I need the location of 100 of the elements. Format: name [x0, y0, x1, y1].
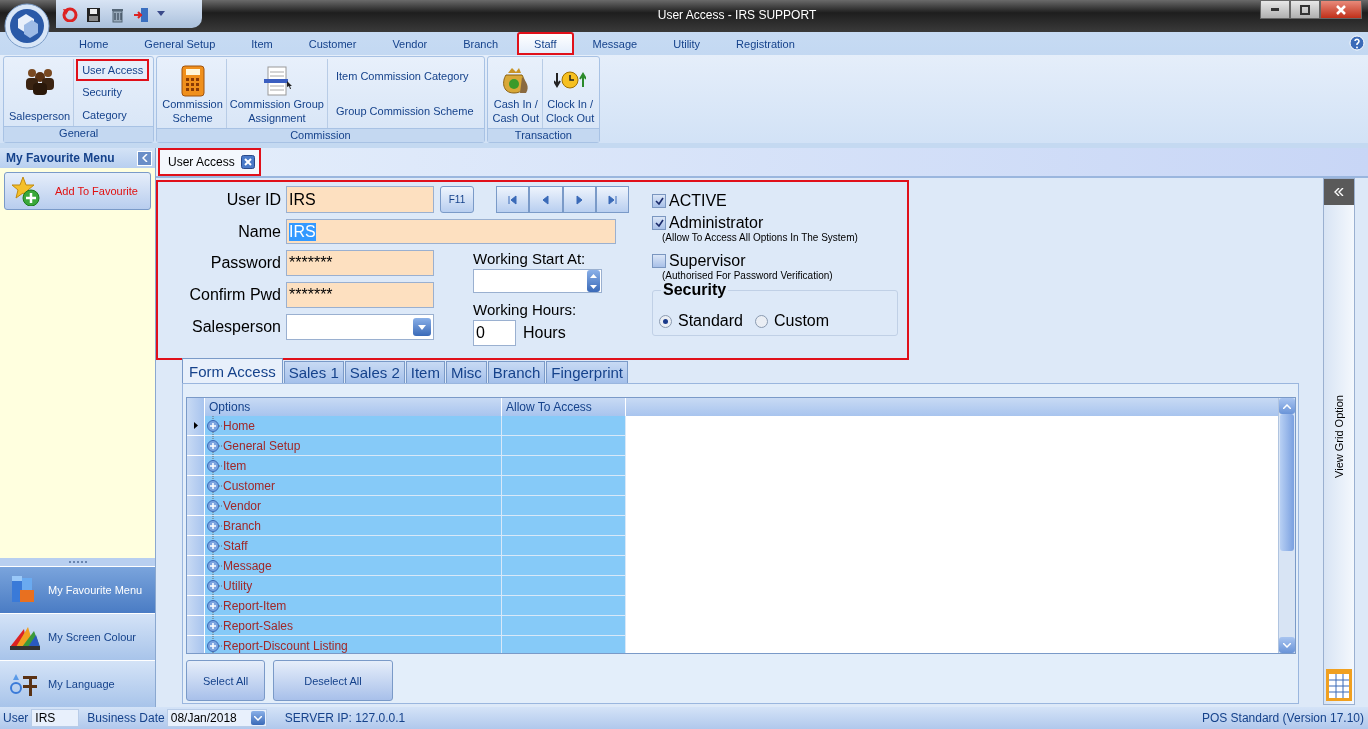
- input-field[interactable]: *******: [286, 250, 434, 276]
- expand-icon[interactable]: [205, 535, 223, 556]
- tab[interactable]: Misc: [445, 361, 487, 383]
- nav-item[interactable]: My Screen Colour: [0, 613, 155, 660]
- ribbon-tab[interactable]: Branch: [446, 32, 516, 55]
- add-to-favourite-button[interactable]: Add To Favourite: [4, 172, 151, 210]
- tree-node-label[interactable]: Report-Item: [223, 598, 287, 613]
- first-record-icon: [508, 194, 518, 205]
- expand-icon[interactable]: [205, 615, 223, 636]
- checkbox[interactable]: [652, 194, 666, 208]
- ribbon-tab[interactable]: General Setup: [127, 32, 233, 55]
- view-grid-option-button[interactable]: View Grid Option: [1333, 395, 1345, 478]
- expand-icon[interactable]: [205, 515, 223, 536]
- tree-node-label[interactable]: Customer: [223, 478, 275, 493]
- scroll-down-button[interactable]: [1279, 637, 1295, 653]
- select-all-button[interactable]: Select All: [186, 660, 265, 701]
- ribbon-button[interactable]: Item Commission Category: [329, 65, 480, 88]
- tree-node-label[interactable]: Message: [223, 558, 272, 573]
- lookup-button[interactable]: F11: [440, 186, 474, 213]
- expand-icon[interactable]: [205, 415, 223, 436]
- star-plus-icon: [11, 176, 41, 206]
- next-record-button[interactable]: [562, 186, 596, 213]
- ribbon-button[interactable]: Category: [76, 103, 150, 126]
- ribbon-button[interactable]: Security: [76, 81, 150, 104]
- tree-node-label[interactable]: Staff: [223, 538, 248, 553]
- ribbon-tab[interactable]: Registration: [719, 32, 812, 55]
- ribbon-tab[interactable]: Utility: [656, 32, 718, 55]
- expand-icon[interactable]: [205, 455, 223, 476]
- ribbon-button[interactable]: Cash In / Cash Out: [489, 59, 543, 128]
- expand-icon[interactable]: [205, 475, 223, 496]
- ribbon-button[interactable]: Commission Scheme: [159, 59, 227, 128]
- input-field[interactable]: IRS: [286, 186, 434, 213]
- expand-icon[interactable]: [205, 495, 223, 516]
- scroll-up-button[interactable]: [1279, 398, 1295, 414]
- exit-door-icon[interactable]: [133, 5, 150, 23]
- tree-node-label[interactable]: Vendor: [223, 498, 262, 513]
- minimize-button[interactable]: [1260, 0, 1290, 19]
- input-field[interactable]: 0: [473, 320, 516, 346]
- input-field[interactable]: *******: [286, 282, 434, 308]
- close-icon[interactable]: [240, 155, 255, 169]
- date-picker-button[interactable]: [250, 711, 265, 725]
- checkbox[interactable]: [652, 254, 666, 268]
- radio-button[interactable]: [754, 314, 768, 328]
- date-field[interactable]: 08/Jan/2018: [166, 709, 267, 727]
- tree-node-label[interactable]: General Setup: [223, 438, 301, 453]
- expand-icon[interactable]: [205, 575, 223, 596]
- time-field[interactable]: [473, 269, 602, 293]
- dropdown-button[interactable]: [413, 318, 431, 336]
- ribbon-tab[interactable]: Customer: [291, 32, 374, 55]
- ribbon-button[interactable]: Salesperson: [6, 59, 75, 126]
- expand-icon[interactable]: [205, 635, 223, 653]
- ribbon-tab[interactable]: Staff: [517, 32, 574, 55]
- last-record-button[interactable]: [595, 186, 629, 213]
- close-button[interactable]: [1320, 0, 1362, 19]
- ribbon-tab[interactable]: Item: [234, 32, 290, 55]
- expand-icon[interactable]: [205, 555, 223, 576]
- ribbon-tab[interactable]: Home: [62, 32, 126, 55]
- ribbon-button[interactable]: User Access: [76, 59, 150, 82]
- check-icon: [654, 219, 664, 227]
- save-icon[interactable]: [85, 5, 102, 23]
- ribbon-tab[interactable]: Vendor: [375, 32, 445, 55]
- tab[interactable]: Sales 2: [344, 361, 405, 383]
- deselect-all-button[interactable]: Deselect All: [273, 660, 393, 701]
- previous-record-button[interactable]: [529, 186, 563, 213]
- ribbon-button[interactable]: Clock In / Clock Out: [543, 59, 598, 128]
- radio-button[interactable]: [659, 314, 672, 328]
- close-icon: [1336, 4, 1346, 15]
- tree-node-label[interactable]: Report-Discount Listing: [223, 638, 348, 653]
- caret-icon[interactable]: [157, 11, 165, 17]
- help-icon[interactable]: [1349, 35, 1365, 51]
- spin-button[interactable]: [587, 270, 600, 292]
- ribbon-tab[interactable]: Message: [575, 32, 655, 55]
- expand-icon[interactable]: [205, 435, 223, 456]
- grid-view-icon[interactable]: [1325, 668, 1353, 702]
- checkbox[interactable]: [652, 216, 666, 230]
- first-record-button[interactable]: [496, 186, 530, 213]
- collapse-button[interactable]: [137, 150, 152, 166]
- ribbon-button[interactable]: Group Commission Scheme: [329, 99, 480, 122]
- grip-icon[interactable]: [67, 560, 88, 564]
- tab[interactable]: Form Access: [182, 358, 283, 383]
- tab[interactable]: Sales 1: [283, 361, 344, 383]
- undo-icon[interactable]: [62, 6, 78, 22]
- nav-item[interactable]: My Language: [0, 660, 155, 707]
- double-chevron-icon: [1334, 188, 1344, 196]
- tree-node-label[interactable]: Branch: [223, 518, 262, 533]
- tree-node-label[interactable]: Home: [223, 418, 255, 433]
- tab[interactable]: Item: [405, 361, 445, 383]
- row-header[interactable]: [187, 416, 205, 436]
- maximize-button[interactable]: [1290, 0, 1320, 19]
- tree-node-label[interactable]: Utility: [223, 578, 253, 593]
- tree-node-label[interactable]: Item: [223, 458, 247, 473]
- vertical-scrollbar[interactable]: [1278, 398, 1295, 653]
- expand-button[interactable]: [1324, 179, 1354, 205]
- dropdown-field[interactable]: [286, 314, 434, 340]
- scroll-thumb[interactable]: [1280, 414, 1294, 551]
- tree-node-label[interactable]: Report-Sales: [223, 618, 294, 633]
- expand-icon[interactable]: [205, 595, 223, 616]
- document-tab[interactable]: User Access: [158, 148, 261, 176]
- tab[interactable]: Branch: [487, 361, 546, 383]
- tab[interactable]: Fingerprint: [546, 361, 629, 383]
